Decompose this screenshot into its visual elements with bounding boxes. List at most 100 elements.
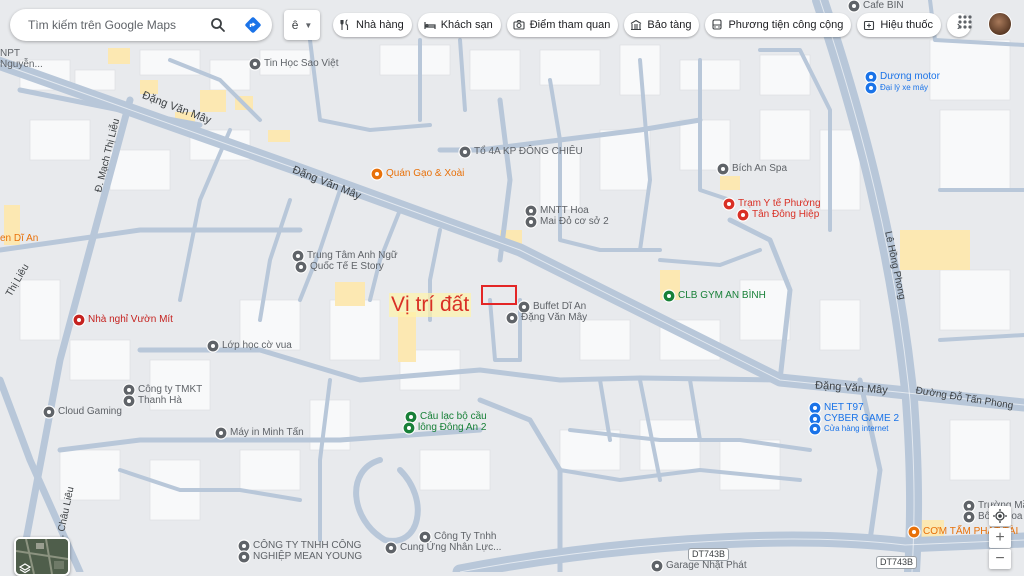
poi-pin-dot	[211, 344, 215, 348]
poi-pin-dot	[296, 254, 300, 258]
chip-pharmacies[interactable]: Hiệu thuốc	[857, 13, 941, 37]
poi-label[interactable]: Công ty TMKT	[138, 384, 202, 395]
poi-label[interactable]: NET T97	[824, 402, 864, 413]
location-annotation: Vị trí đất	[389, 293, 472, 317]
plot-marker	[481, 285, 517, 305]
poi-label[interactable]: Bích An Spa	[732, 163, 787, 174]
poi-label[interactable]: Dương motor	[880, 71, 940, 82]
language-label: ê	[291, 18, 299, 32]
pharmacy-icon	[863, 19, 875, 31]
poi-pin-dot	[869, 86, 873, 90]
poi-label[interactable]: Buffet Dĩ An	[533, 301, 586, 312]
chip-label: Nhà hàng	[356, 19, 404, 31]
poi-label[interactable]: Lớp học cờ vua	[222, 340, 292, 351]
poi-label[interactable]: MNTT Hoa	[540, 205, 589, 216]
search-input[interactable]	[26, 17, 210, 33]
camera-icon	[513, 19, 525, 31]
fork-knife-icon	[339, 19, 351, 31]
poi-label[interactable]: Thanh Hà	[138, 395, 182, 406]
poi-pin-dot	[529, 220, 533, 224]
poi-pin-dot	[967, 504, 971, 508]
poi-label[interactable]: en Dĩ An	[0, 233, 38, 244]
poi-label[interactable]: Máy in Minh Tấn	[230, 427, 304, 438]
poi-label[interactable]: Tin Học Sao Việt	[264, 58, 338, 69]
avatar[interactable]	[988, 12, 1012, 36]
poi-pin-dot	[253, 62, 257, 66]
satellite-thumbnail	[16, 539, 68, 574]
poi-pin-dot	[407, 426, 411, 430]
my-location-icon	[993, 509, 1007, 523]
poi-label[interactable]: Tân Đông Hiệp	[752, 209, 819, 220]
poi-label[interactable]: CLB GYM AN BÌNH	[678, 290, 766, 301]
search-icon[interactable]	[208, 15, 228, 35]
zoom-out-button[interactable]: −	[989, 549, 1011, 569]
poi-pin-dot	[667, 294, 671, 298]
poi-pin-dot	[423, 535, 427, 539]
search-box[interactable]	[10, 9, 272, 41]
poi-pin-dot	[721, 167, 725, 171]
poi-pin-dot	[219, 431, 223, 435]
poi-label[interactable]: Tổ 4A KP ĐÔNG CHIÊU	[474, 146, 583, 157]
poi-pin-dot	[741, 213, 745, 217]
input-tools-button[interactable]: ê ▼	[284, 10, 320, 40]
category-chips: Nhà hàng Khách sạn Điểm tham quan Bảo tà…	[333, 13, 971, 39]
poi-label[interactable]: Đại lý xe máy	[880, 82, 928, 93]
my-location-button[interactable]	[989, 506, 1011, 526]
poi-pin-dot	[375, 172, 379, 176]
chip-label: Khách sạn	[440, 19, 493, 31]
poi-label[interactable]: Câu lạc bộ cầu	[420, 411, 487, 422]
poi-label[interactable]: Trung Tâm Anh Ngữ	[307, 250, 398, 261]
poi-pin-dot	[529, 209, 533, 213]
poi-pin-dot	[852, 4, 856, 8]
chip-museums[interactable]: Bảo tàng	[624, 13, 700, 37]
poi-pin-dot	[47, 410, 51, 414]
poi-label[interactable]: CÔNG TY TNHH CÔNG	[253, 540, 361, 551]
poi-label[interactable]: Nguyễn...	[0, 59, 43, 70]
poi-pin-dot	[242, 555, 246, 559]
chip-label: Điểm tham quan	[529, 19, 611, 31]
poi-pin-dot	[242, 544, 246, 548]
chip-hotels[interactable]: Khách sạn	[417, 13, 501, 37]
poi-pin-dot	[522, 305, 526, 309]
layers-toggle[interactable]	[14, 537, 70, 576]
directions-icon[interactable]	[243, 15, 263, 35]
poi-label[interactable]: Nhà nghỉ Vườn Mít	[88, 314, 173, 325]
poi-label[interactable]: Cung Ứng Nhân Lực...	[400, 542, 501, 553]
poi-label[interactable]: NGHIỆP MEAN YOUNG	[253, 551, 362, 562]
poi-label[interactable]: Đặng Văn Mây	[521, 312, 587, 323]
poi-pin-dot	[299, 265, 303, 269]
poi-pin-dot	[869, 75, 873, 79]
route-shield: DT743B	[876, 556, 918, 569]
poi-pin-dot	[813, 417, 817, 421]
poi-label[interactable]: Công Ty Tnhh	[434, 531, 496, 542]
poi-label[interactable]: Cửa hàng internet	[824, 423, 889, 434]
poi-label[interactable]: lông Đông An 2	[418, 422, 486, 433]
poi-pin-dot	[813, 427, 817, 431]
poi-pin-dot	[967, 515, 971, 519]
poi-pin-dot	[655, 564, 659, 568]
poi-label[interactable]: Garage Nhật Phát	[666, 560, 747, 571]
poi-label[interactable]: NPT	[0, 48, 20, 59]
poi-pin-dot	[409, 415, 413, 419]
poi-pin-dot	[77, 318, 81, 322]
chip-transit[interactable]: Phương tiện công cộng	[705, 13, 852, 37]
chevron-down-icon: ▼	[304, 20, 313, 30]
chip-attractions[interactable]: Điểm tham quan	[506, 13, 619, 37]
poi-label[interactable]: Cafe BIN	[863, 0, 904, 11]
poi-label[interactable]: Quán Gạo & Xoài	[386, 168, 464, 179]
poi-label[interactable]: Mai Đỏ cơ sở 2	[540, 216, 609, 227]
poi-pin-dot	[127, 388, 131, 392]
apps-grid-icon[interactable]	[957, 14, 973, 30]
chip-label: Bảo tàng	[647, 19, 692, 31]
poi-pin-dot	[127, 399, 131, 403]
poi-label[interactable]: Cloud Gaming	[58, 406, 122, 417]
chip-label: Hiệu thuốc	[880, 19, 933, 31]
poi-label[interactable]: Quốc Tế E Story	[310, 261, 384, 272]
poi-pin-dot	[727, 202, 731, 206]
chip-label: Phương tiện công cộng	[728, 19, 844, 31]
zoom-in-button[interactable]: +	[989, 528, 1011, 548]
bus-icon	[711, 19, 723, 31]
poi-label[interactable]: Trạm Y tế Phường	[738, 198, 821, 209]
chip-restaurants[interactable]: Nhà hàng	[333, 13, 412, 37]
poi-pin-dot	[510, 316, 514, 320]
